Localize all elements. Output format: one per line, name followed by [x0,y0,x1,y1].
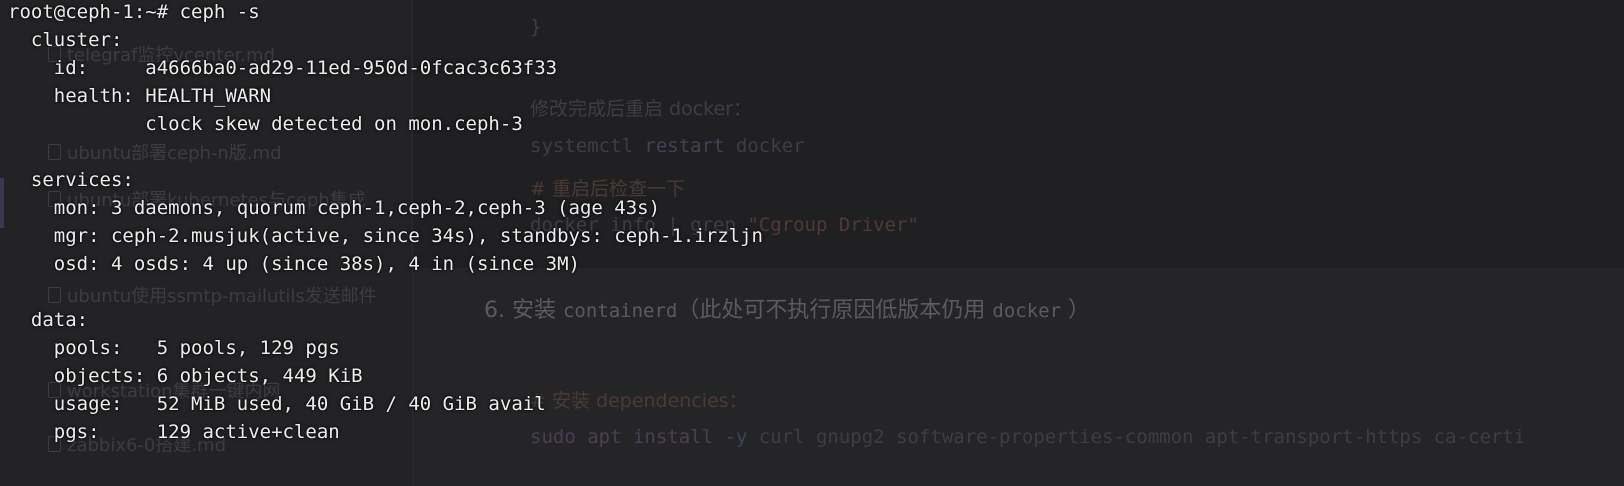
services-section-header: services: [8,169,134,191]
cluster-health: health: HEALTH_WARN [8,85,272,107]
data-objects: objects: 6 objects, 449 KiB [8,365,363,387]
cluster-id: id: a4666ba0-ad29-11ed-950d-0fcac3c63f33 [8,57,558,79]
service-mon: mon: 3 daemons, quorum ceph-1,ceph-2,cep… [8,197,661,219]
cluster-section-header: cluster: [8,29,123,51]
service-mgr: mgr: ceph-2.musjuk(active, since 34s), s… [8,225,763,247]
data-pools: pools: 5 pools, 129 pgs [8,337,340,359]
shell-prompt-command: root@ceph-1:~# ceph -s [8,1,260,23]
cluster-health-detail: clock skew detected on mon.ceph-3 [8,113,523,135]
data-pgs: pgs: 129 active+clean [8,421,340,443]
data-section-header: data: [8,309,89,331]
data-usage: usage: 52 MiB used, 40 GiB / 40 GiB avai… [8,393,546,415]
service-osd: osd: 4 osds: 4 up (since 38s), 4 in (sin… [8,253,580,275]
terminal-output[interactable]: root@ceph-1:~# ceph -s cluster: id: a466… [0,0,1624,486]
